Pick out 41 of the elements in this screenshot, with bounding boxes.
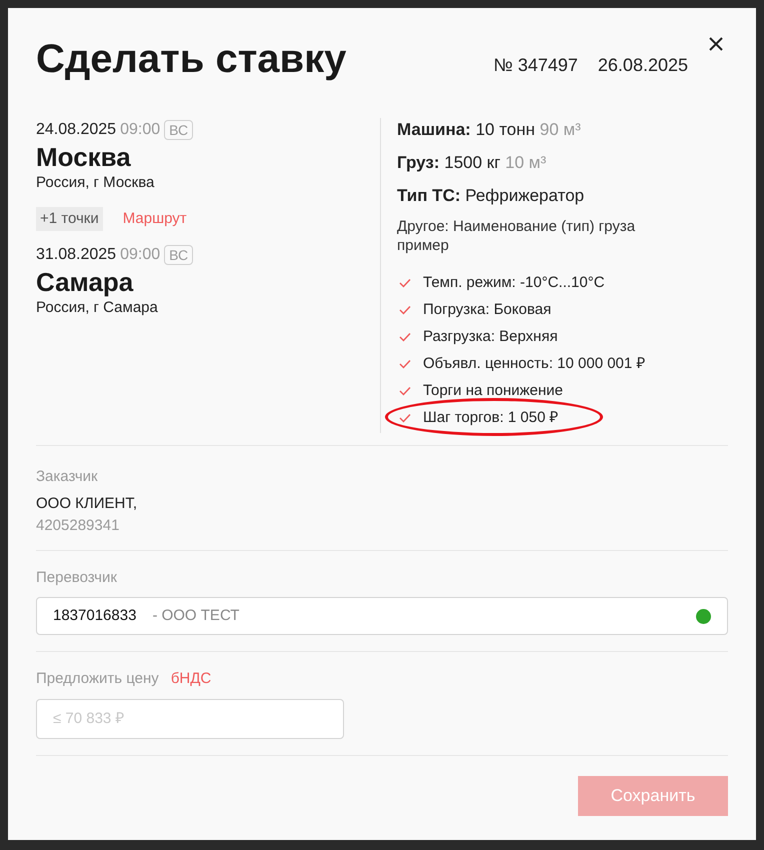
stop-time: 09:00 xyxy=(120,120,160,140)
carrier-field[interactable]: 1837016833 - ООО ТЕСТ xyxy=(36,597,728,635)
extra-points-badge: +1 точки xyxy=(36,206,103,231)
carrier-name: - ООО ТЕСТ xyxy=(152,606,240,626)
condition-text: Разгрузка: Верхняя xyxy=(423,326,558,347)
customer-label: Заказчик xyxy=(36,467,99,487)
city-name: Москва xyxy=(36,142,132,172)
close-icon xyxy=(708,36,724,52)
order-number: № 347497 xyxy=(494,54,578,77)
order-date: 26.08.2025 xyxy=(598,54,688,77)
weekday-badge: ВС xyxy=(164,245,194,265)
spec-line: Тип ТС: Рефрижератор xyxy=(397,185,586,207)
check-icon xyxy=(399,332,411,342)
condition-text: Погрузка: Боковая xyxy=(423,300,552,320)
tax-label: бНДС xyxy=(170,669,212,689)
check-icon xyxy=(399,386,411,396)
price-label: Предложить цену xyxy=(36,669,159,689)
spec-line: Машина: 10 тонн 90 м³ xyxy=(397,119,582,141)
check-icon xyxy=(399,278,411,288)
carrier-inn: 1837016833 xyxy=(53,606,136,626)
stop-date: 24.08.2025 xyxy=(36,120,116,140)
carrier-label: Перевозчик xyxy=(36,568,118,588)
condition-text: Торги на понижение xyxy=(423,380,563,401)
check-icon xyxy=(399,413,411,423)
customer-inn: 4205289341 xyxy=(36,516,120,536)
dialog-title: Сделать ставку xyxy=(36,36,348,82)
check-icon xyxy=(399,359,411,369)
route-link[interactable]: Маршрут xyxy=(122,208,187,230)
condition-text: Объявл. ценность: 10 000 001 ₽ xyxy=(423,354,646,374)
stop-date: 31.08.2025 xyxy=(36,245,116,265)
spec-line: Груз: 1500 кг 10 м³ xyxy=(397,152,548,174)
weekday-badge: ВС xyxy=(164,120,194,140)
condition-text: Шаг торгов: 1 050 ₽ xyxy=(423,408,559,428)
city-address: Россия, г Самара xyxy=(36,298,159,318)
customer-name: ООО КЛИЕНТ, xyxy=(36,494,138,514)
city-address: Россия, г Москва xyxy=(36,173,156,193)
check-icon xyxy=(399,305,411,315)
other-note: Другое: Наименование (тип) груза пример xyxy=(397,217,636,255)
condition-text: Темп. режим: -10°C...10°C xyxy=(423,272,605,293)
stop-time: 09:00 xyxy=(120,245,160,265)
city-name: Самара xyxy=(36,267,134,297)
